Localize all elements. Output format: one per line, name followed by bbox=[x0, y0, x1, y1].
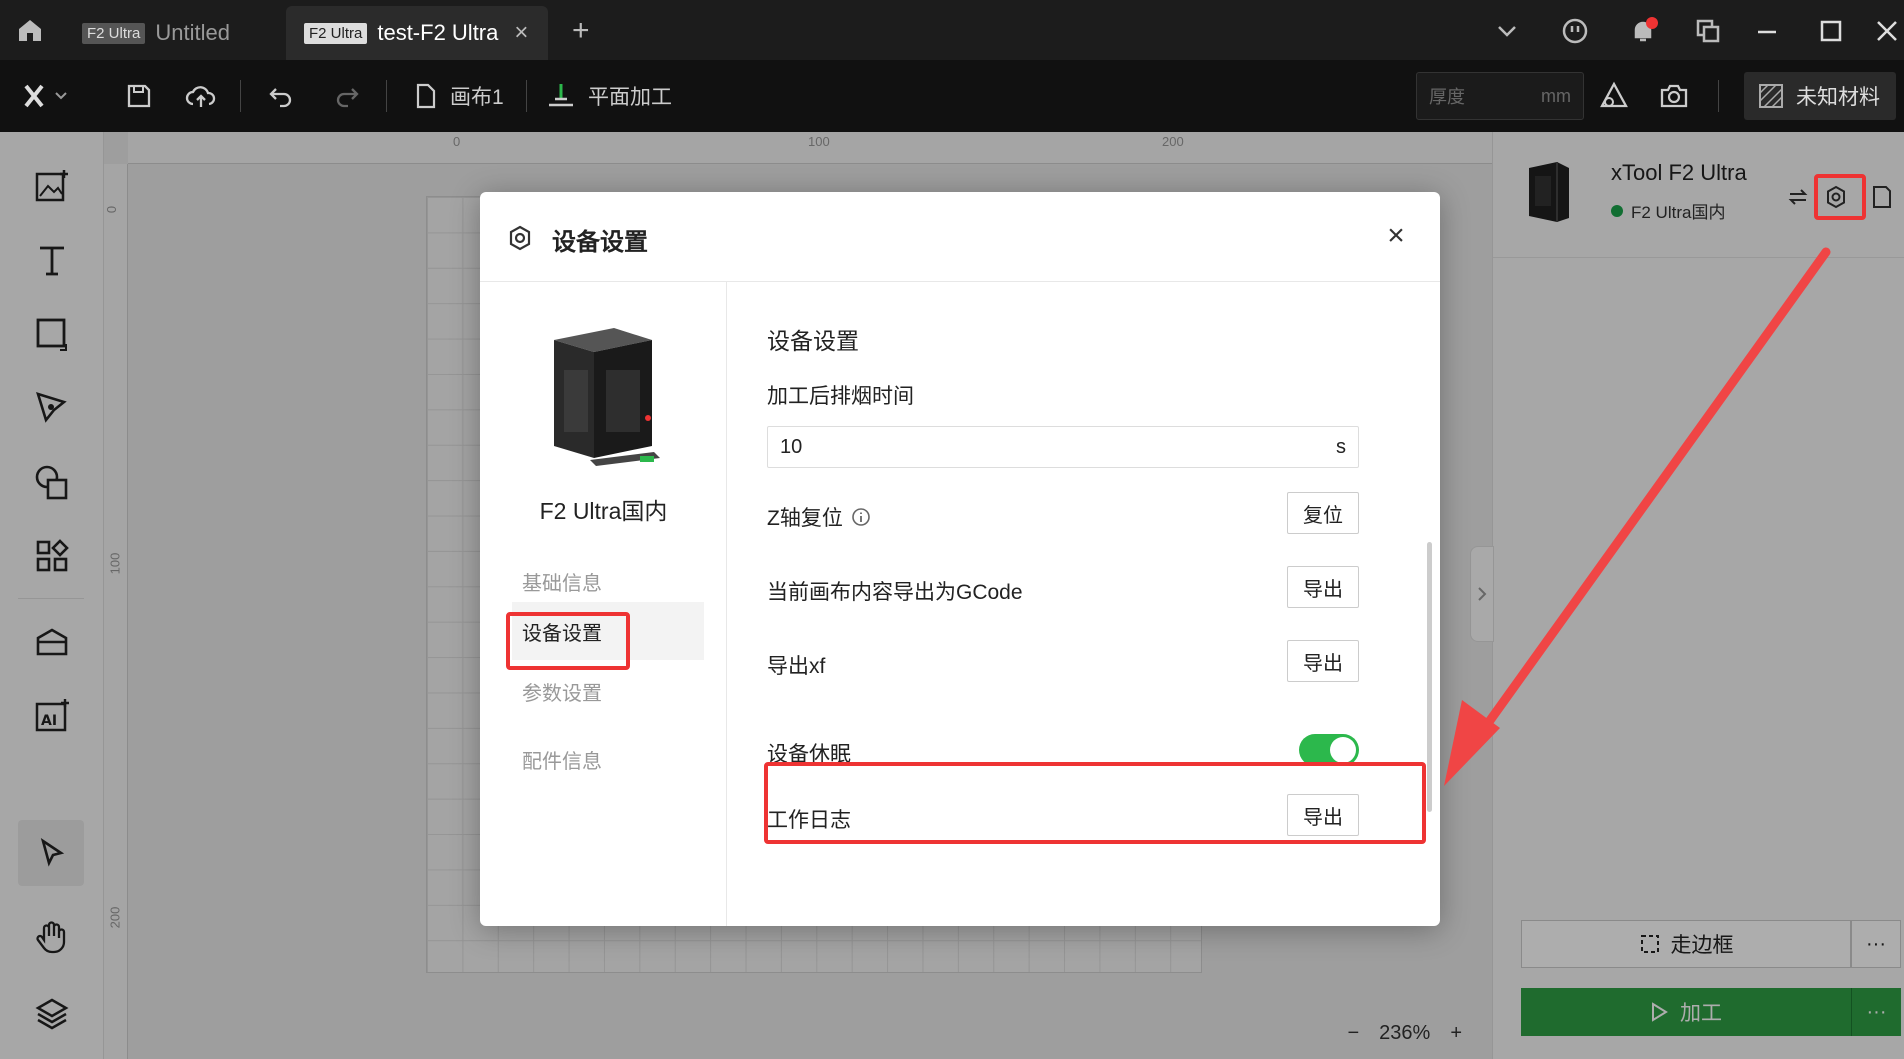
annotation-arrow-icon bbox=[1444, 247, 1831, 786]
app-window: F2 Ultra Untitled F2 Ultra test-F2 Ultra… bbox=[0, 0, 1904, 1059]
